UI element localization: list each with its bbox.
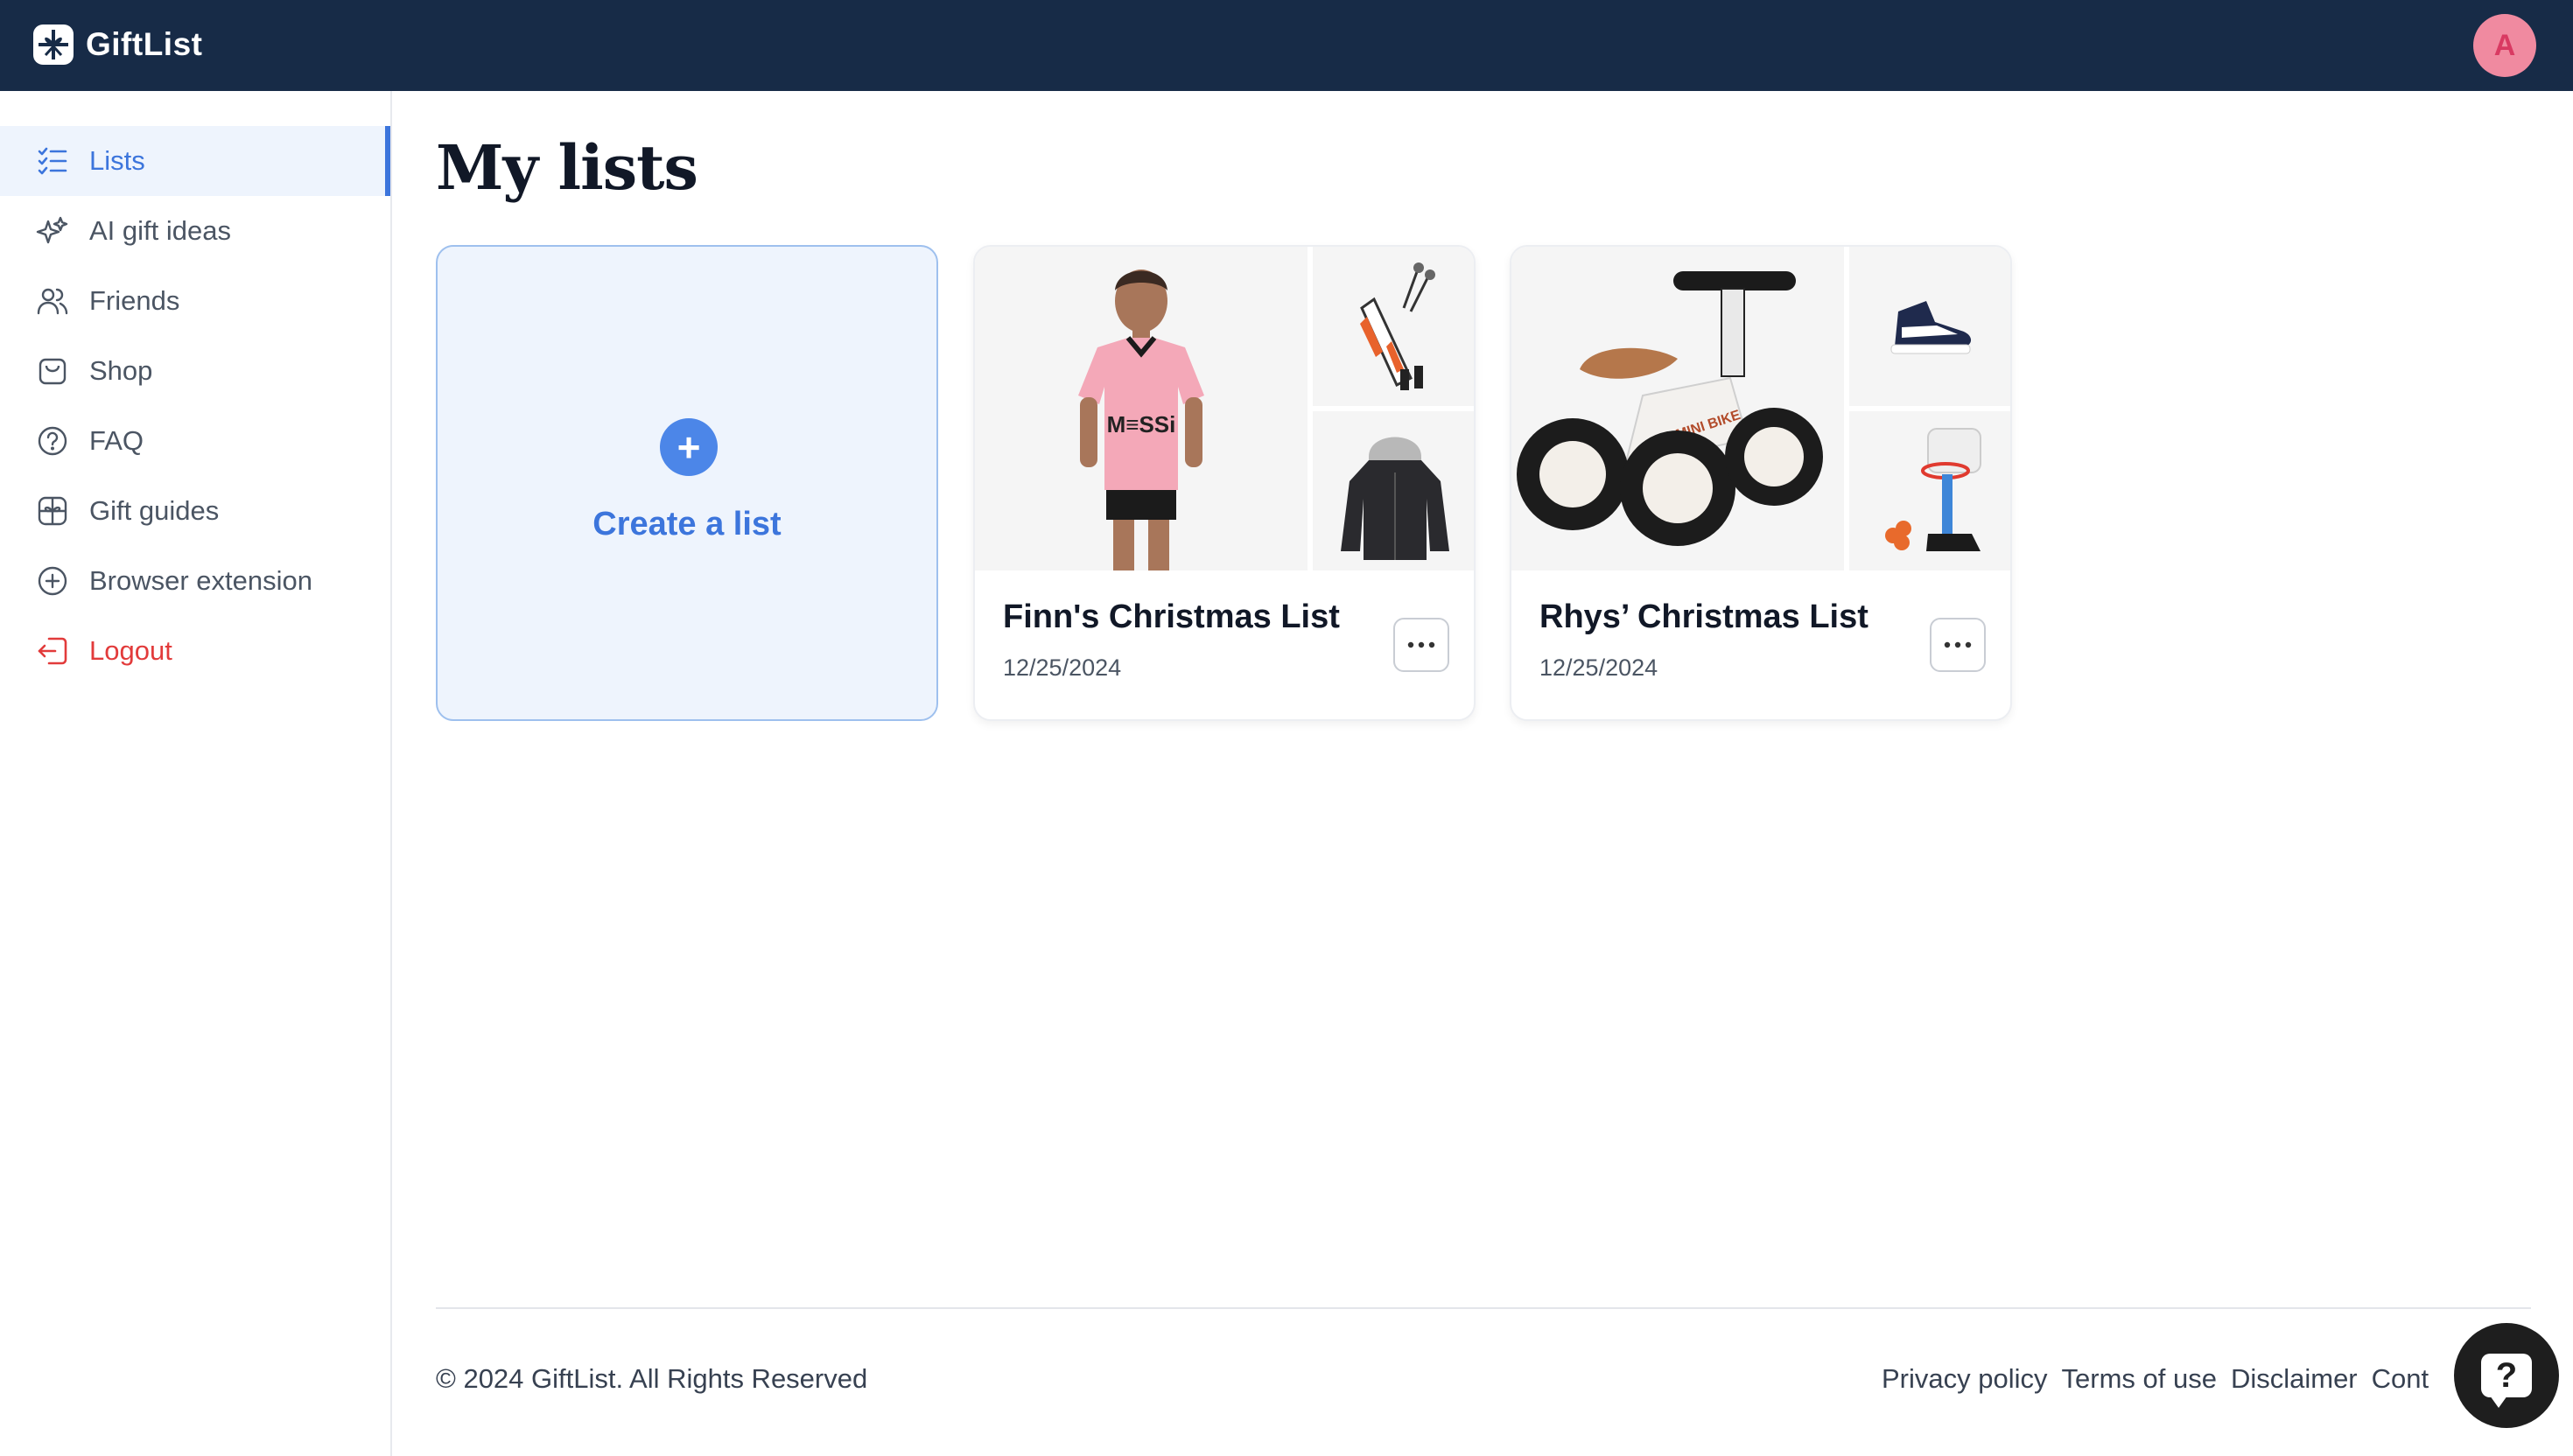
page-title: My lists bbox=[436, 131, 698, 204]
top-bar: GiftList A bbox=[0, 0, 2573, 91]
more-options-button[interactable] bbox=[1930, 618, 1986, 672]
footer-divider bbox=[436, 1307, 2531, 1309]
users-icon bbox=[35, 284, 70, 318]
privacy-policy-link[interactable]: Privacy policy bbox=[1882, 1363, 2048, 1395]
sidebar-item-shop[interactable]: Shop bbox=[0, 336, 390, 406]
shopping-bag-icon bbox=[35, 354, 70, 388]
list-date: 12/25/2024 bbox=[1539, 654, 1658, 681]
pink-jersey-image: M≡SSi bbox=[975, 247, 1308, 570]
plus-circle-icon bbox=[35, 564, 70, 598]
sidebar-item-browser-extension[interactable]: Browser extension bbox=[0, 546, 390, 616]
sidebar-item-label: Browser extension bbox=[89, 565, 313, 596]
sidebar-item-gift-guides[interactable]: Gift guides bbox=[0, 476, 390, 546]
sidebar-item-label: Friends bbox=[89, 285, 180, 316]
sidebar-item-label: Gift guides bbox=[89, 495, 220, 526]
list-card[interactable]: M≡SSi Finn's Christmas List 12/25/2024 bbox=[973, 245, 1476, 721]
golf-bag-image bbox=[1313, 247, 1474, 406]
svg-text:M≡SSi: M≡SSi bbox=[1107, 411, 1176, 438]
copyright-text: © 2024 GiftList. All Rights Reserved bbox=[436, 1363, 868, 1394]
sidebar: Lists AI gift ideas Friends Shop FAQ Gif… bbox=[0, 91, 392, 1456]
app-logo[interactable]: GiftList bbox=[33, 24, 202, 65]
list-card[interactable]: MINI BIKE Rhys’ Christmas List 12/25/202… bbox=[1510, 245, 2012, 721]
sidebar-item-faq[interactable]: FAQ bbox=[0, 406, 390, 476]
sidebar-item-label: Lists bbox=[89, 145, 145, 176]
basketball-hoop-image bbox=[1849, 411, 2010, 570]
sidebar-item-lists[interactable]: Lists bbox=[0, 126, 390, 196]
gift-box-icon bbox=[35, 494, 70, 528]
terms-of-use-link[interactable]: Terms of use bbox=[2062, 1363, 2217, 1395]
plus-icon: + bbox=[660, 418, 718, 476]
sidebar-item-label: AI gift ideas bbox=[89, 215, 231, 246]
sidebar-item-label: Logout bbox=[89, 635, 172, 666]
sidebar-item-ai-gift-ideas[interactable]: AI gift ideas bbox=[0, 196, 390, 266]
ellipsis-icon bbox=[1407, 641, 1435, 648]
contact-link[interactable]: Cont bbox=[2372, 1363, 2429, 1395]
list-check-icon bbox=[35, 144, 70, 178]
hooded-jacket-image bbox=[1313, 411, 1474, 570]
logout-icon bbox=[35, 634, 70, 668]
app-name: GiftList bbox=[86, 26, 203, 62]
list-title[interactable]: Rhys’ Christmas List bbox=[1539, 598, 1868, 636]
question-chat-icon: ? bbox=[2481, 1354, 2532, 1408]
sidebar-nav: Lists AI gift ideas Friends Shop FAQ Gif… bbox=[0, 126, 390, 686]
gift-logo-icon bbox=[33, 24, 74, 65]
sidebar-item-logout[interactable]: Logout bbox=[0, 616, 390, 686]
disclaimer-link[interactable]: Disclaimer bbox=[2231, 1363, 2358, 1395]
more-options-button[interactable] bbox=[1393, 618, 1449, 672]
list-date: 12/25/2024 bbox=[1003, 654, 1122, 681]
help-chat-button[interactable]: ? bbox=[2454, 1323, 2559, 1428]
sidebar-item-label: FAQ bbox=[89, 425, 144, 456]
user-avatar[interactable]: A bbox=[2473, 14, 2536, 77]
sidebar-item-friends[interactable]: Friends bbox=[0, 266, 390, 336]
main-content: My lists + Create a list M≡SSi Finn's Ch… bbox=[394, 91, 2573, 1456]
list-title[interactable]: Finn's Christmas List bbox=[1003, 598, 1340, 636]
sneaker-image bbox=[1849, 247, 2010, 406]
create-list-label: Create a list bbox=[592, 506, 782, 542]
sparkles-icon bbox=[35, 214, 70, 248]
sidebar-item-label: Shop bbox=[89, 355, 153, 386]
question-circle-icon bbox=[35, 424, 70, 458]
create-list-card[interactable]: + Create a list bbox=[436, 245, 938, 721]
ellipsis-icon bbox=[1944, 641, 1972, 648]
balance-bike-image: MINI BIKE bbox=[1511, 247, 1844, 570]
